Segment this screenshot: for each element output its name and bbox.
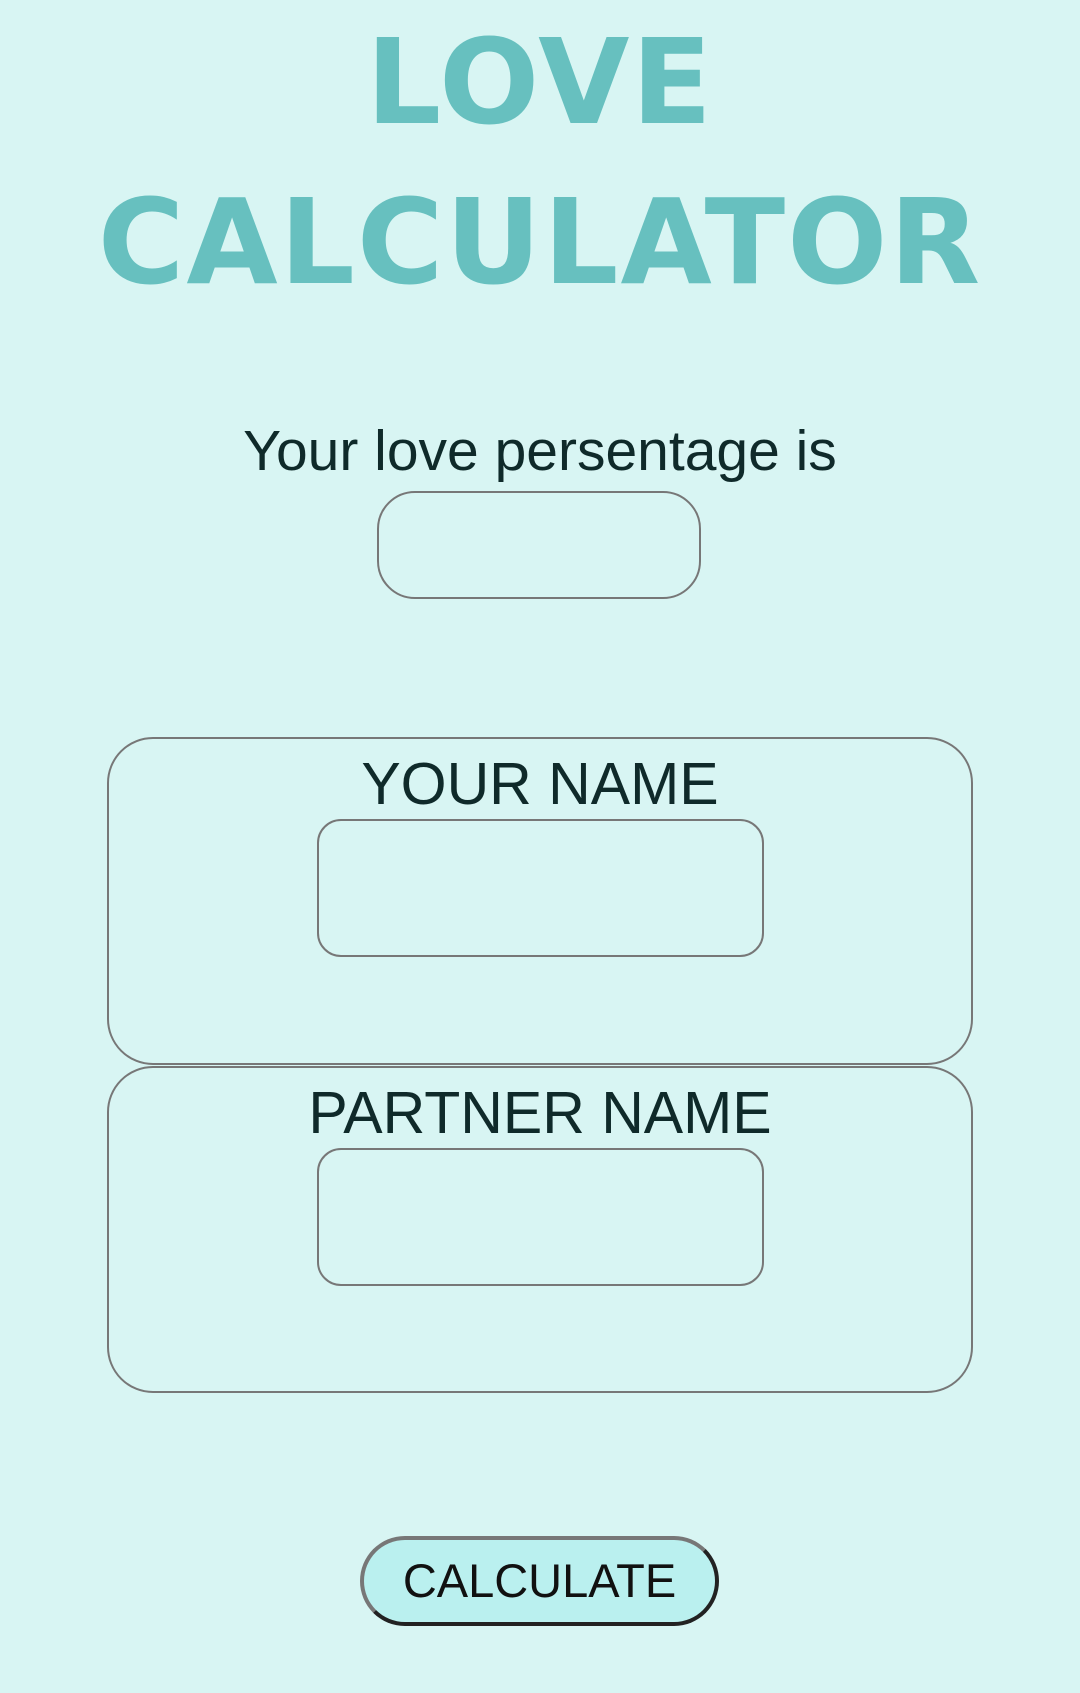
page-title-line-2: CALCULATOR bbox=[97, 173, 983, 311]
your-name-fieldset: YOUR NAME bbox=[107, 737, 973, 1065]
partner-name-label: PARTNER NAME bbox=[308, 1080, 772, 1146]
partner-name-fieldset: PARTNER NAME bbox=[107, 1066, 973, 1393]
page-title-line-1: LOVE bbox=[365, 13, 715, 151]
your-name-label: YOUR NAME bbox=[361, 751, 719, 817]
partner-name-input[interactable] bbox=[317, 1148, 764, 1286]
result-label: Your love persentage is bbox=[243, 419, 837, 483]
result-output bbox=[377, 491, 701, 599]
calculate-button[interactable]: CALCULATE bbox=[360, 1536, 719, 1626]
your-name-input[interactable] bbox=[317, 819, 764, 957]
